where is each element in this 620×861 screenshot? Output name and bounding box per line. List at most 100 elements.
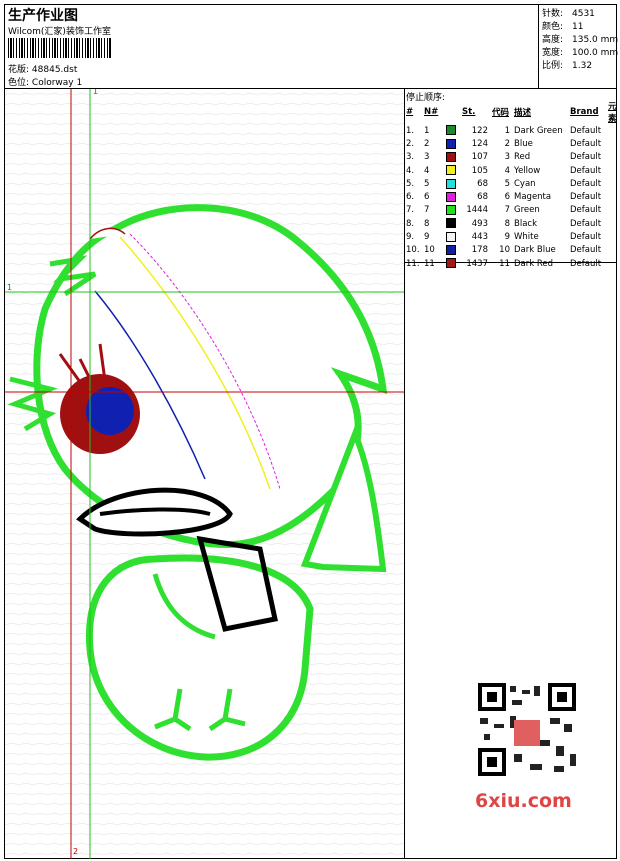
color-row-seq: 2. (406, 138, 415, 149)
color-swatch (444, 230, 460, 243)
color-row-seq: 7. (406, 205, 415, 216)
color-row-desc: Dark Red (514, 258, 554, 269)
color-swatch (444, 164, 460, 177)
colorway-row: 色位: Colorway 1 (8, 75, 82, 88)
color-row-stitches: 124 (471, 138, 488, 149)
color-row-element (606, 217, 620, 230)
production-sheet: 生产作业图 Wilcom(汇家)装饰工作室 花版: 48845.dst 色位: … (0, 0, 620, 861)
col-seq: # (406, 107, 414, 117)
color-row-needle: 2 (424, 138, 430, 149)
color-swatch (444, 257, 460, 270)
col-desc: 描述 (514, 108, 532, 118)
guide-label-h1: 1 (7, 283, 13, 292)
color-row-code: 11 (499, 258, 510, 269)
design-file-value: 48845.dst (31, 65, 78, 75)
col-code: 代码 (492, 108, 510, 118)
color-row-element (606, 204, 620, 217)
color-swatch (444, 217, 460, 230)
color-swatch-icon (446, 178, 456, 189)
color-row-element (606, 257, 620, 270)
color-swatch (444, 244, 460, 257)
color-row-brand: Default (570, 178, 602, 189)
color-row-desc: Dark Blue (514, 245, 556, 256)
barcode-icon (8, 38, 112, 58)
color-row-needle: 5 (424, 178, 430, 189)
watermark-text: 6xiu.com (475, 790, 572, 812)
color-row-seq: 9. (406, 232, 415, 243)
info-stitches: 针数: 4531 (542, 9, 595, 19)
color-row-desc: Cyan (514, 178, 536, 189)
color-row-seq: 6. (406, 192, 415, 203)
table-row: 5. 5 68 5 Cyan Default (404, 177, 620, 190)
color-swatch-icon (446, 138, 456, 149)
color-row-seq: 5. (406, 178, 415, 189)
color-row-element (606, 177, 620, 190)
col-element: 元素 (608, 102, 617, 124)
color-row-stitches: 1444 (466, 205, 488, 216)
color-row-code: 10 (499, 245, 510, 256)
color-swatch-icon (446, 151, 456, 162)
qr-code-icon (470, 680, 584, 780)
color-swatch (444, 204, 460, 217)
table-row: 3. 3 107 3 Red Default (404, 151, 620, 164)
color-row-brand: Default (570, 258, 602, 269)
color-row-code: 8 (504, 218, 510, 229)
color-row-needle: 8 (424, 218, 430, 229)
color-swatch-icon (446, 218, 456, 229)
color-row-stitches: 178 (471, 245, 488, 256)
design-file-label: 花版: (8, 65, 30, 75)
table-row: 4. 4 105 4 Yellow Default (404, 164, 620, 177)
color-row-stitches: 1437 (466, 258, 488, 269)
col-stitches: St. (462, 107, 476, 117)
color-row-needle: 7 (424, 205, 430, 216)
color-swatch-icon (446, 231, 456, 242)
table-row: 7. 7 1444 7 Green Default (404, 204, 620, 217)
info-scale: 比例: 1.32 (542, 61, 593, 71)
col-brand: Brand (570, 107, 599, 117)
color-row-stitches: 443 (471, 232, 488, 243)
design-file-row: 花版: 48845.dst (8, 62, 77, 75)
color-row-element (606, 151, 620, 164)
colorway-label: 色位: (8, 78, 30, 88)
color-row-stitches: 105 (471, 165, 488, 176)
color-row-code: 7 (504, 205, 510, 216)
color-swatch (444, 124, 460, 137)
color-swatch (444, 151, 460, 164)
color-row-seq: 10. (406, 245, 420, 256)
info-height: 高度: 135.0 mm (542, 35, 619, 45)
colorway-value: Colorway 1 (31, 78, 83, 88)
table-row: 9. 9 443 9 White Default (404, 230, 620, 243)
color-row-needle: 6 (424, 192, 430, 203)
color-row-code: 1 (504, 125, 510, 136)
color-swatch-icon (446, 125, 456, 136)
color-row-stitches: 68 (477, 178, 488, 189)
table-row: 11. 11 1437 11 Dark Red Default (404, 257, 620, 270)
color-row-element (606, 244, 620, 257)
color-swatch (444, 190, 460, 203)
color-row-stitches: 493 (471, 218, 488, 229)
info-colors: 颜色: 11 (542, 22, 584, 32)
color-row-needle: 3 (424, 152, 430, 163)
color-row-desc: Red (514, 152, 531, 163)
color-row-needle: 1 (424, 125, 430, 136)
table-header: # N# St. 代码 描述 Brand 元素 (404, 100, 620, 124)
stop-sequence-table: # N# St. 代码 描述 Brand 元素 1. 1 122 1 Dark Gree… (404, 100, 620, 270)
table-row: 6. 6 68 6 Magenta Default (404, 190, 620, 203)
color-row-brand: Default (570, 125, 602, 136)
color-row-stitches: 68 (477, 192, 488, 203)
color-swatch-icon (446, 205, 456, 216)
info-divider (538, 4, 539, 88)
color-row-element (606, 124, 620, 137)
color-row-brand: Default (570, 218, 602, 229)
design-canvas (5, 89, 404, 859)
color-row-brand: Default (570, 152, 602, 163)
color-row-brand: Default (570, 165, 602, 176)
color-row-desc: Yellow (514, 165, 541, 176)
color-row-brand: Default (570, 192, 602, 203)
guide-label-v1: 1 (93, 89, 99, 96)
color-swatch-icon (446, 165, 456, 176)
color-row-seq: 11. (406, 258, 420, 269)
eye-pupil (86, 387, 134, 435)
color-row-element (606, 164, 620, 177)
color-row-seq: 8. (406, 218, 415, 229)
